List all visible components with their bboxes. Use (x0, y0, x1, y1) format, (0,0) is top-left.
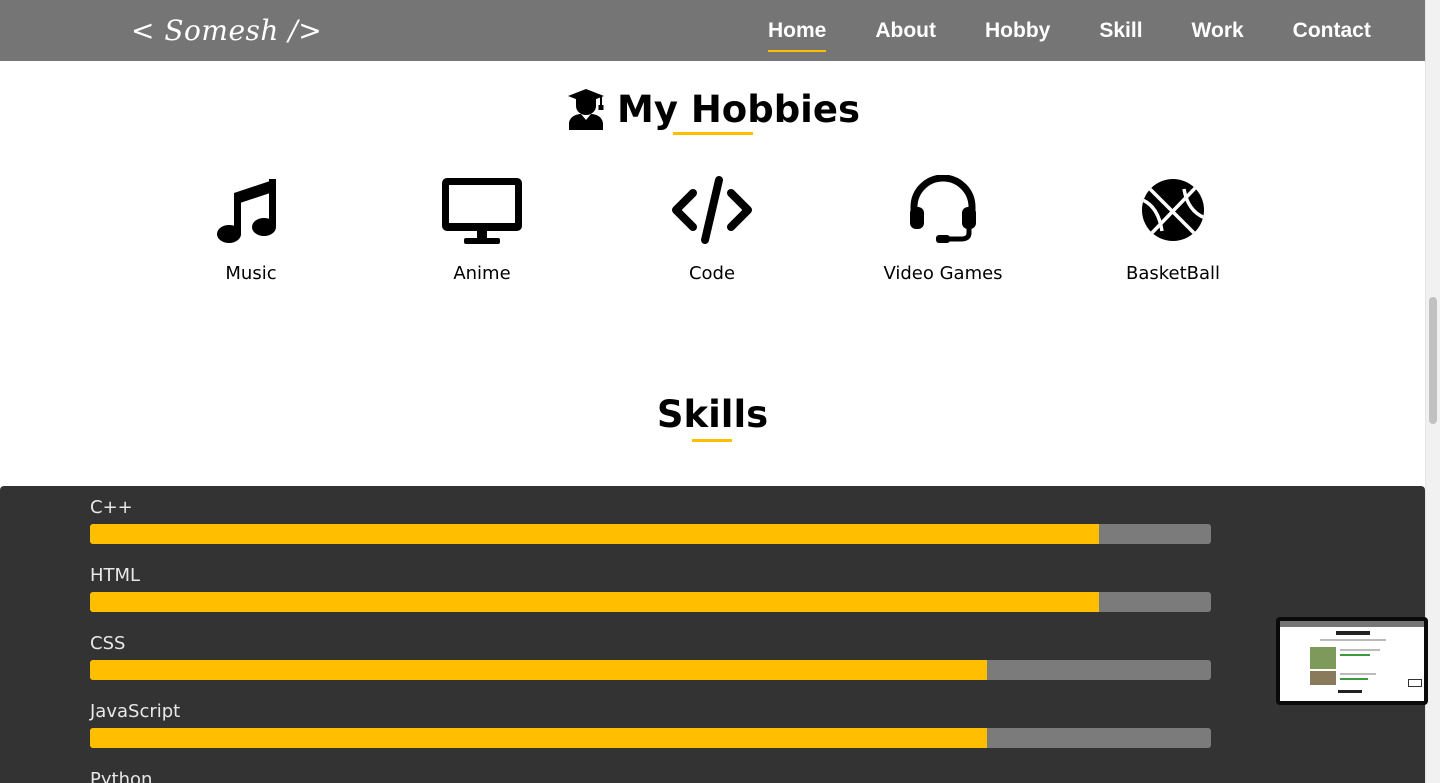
hobby-item-code: Code (612, 175, 812, 284)
skills-title-underline (692, 439, 732, 442)
preview-text-line (1340, 649, 1380, 651)
skill-progress-track (90, 728, 1211, 748)
nav-link-skill[interactable]: Skill (1099, 19, 1142, 49)
preview-text-line (1340, 654, 1370, 656)
skill-javascript: JavaScript (90, 700, 1211, 748)
skill-name: HTML (90, 565, 141, 586)
nav-links: Home About Hobby Skill Work Contact (768, 19, 1371, 52)
hobby-label: Video Games (883, 263, 1003, 284)
skills-panel: C++ HTML CSS JavaScript Python (0, 486, 1425, 783)
preview-image (1310, 671, 1336, 685)
music-note-icon (217, 179, 276, 243)
skill-name: C++ (90, 497, 133, 518)
skill-name: CSS (90, 633, 126, 654)
skill-name: JavaScript (90, 701, 181, 722)
hobby-label: BasketBall (1125, 263, 1221, 284)
skill-progress-track (90, 524, 1211, 544)
page-preview-thumbnail[interactable] (1276, 617, 1428, 705)
code-icon (672, 176, 752, 244)
hobbies-title-underline (673, 132, 753, 135)
preview-text-line (1340, 673, 1376, 675)
skill-name: Python (90, 769, 153, 783)
skill-progress-fill (90, 524, 1099, 544)
hobby-label: Anime (453, 263, 511, 284)
preview-text-line (1340, 678, 1368, 680)
skill-css: CSS (90, 632, 1211, 680)
preview-navbar (1280, 621, 1424, 627)
preview-screen (1280, 621, 1424, 701)
hobbies-title: My Hobbies (617, 87, 860, 131)
headset-icon (910, 175, 976, 243)
nav-link-home[interactable]: Home (768, 19, 827, 52)
scrollbar-thumb[interactable] (1429, 297, 1437, 424)
skill-progress-fill (90, 660, 987, 680)
hobby-label: Code (688, 263, 736, 284)
skill-progress-fill (90, 592, 1099, 612)
preview-title (1336, 631, 1370, 635)
preview-text-line (1320, 639, 1386, 641)
preview-image (1310, 647, 1336, 669)
skill-python: Python (90, 768, 1211, 783)
preview-button (1408, 679, 1422, 687)
skill-progress-fill (90, 728, 987, 748)
graduate-icon (568, 89, 604, 130)
site-logo[interactable]: < Somesh /> (131, 14, 322, 47)
hobby-label: Music (225, 263, 277, 284)
hobby-item-music: Music (151, 175, 351, 284)
nav-link-work[interactable]: Work (1192, 19, 1244, 49)
skill-progress-track (90, 592, 1211, 612)
nav-link-hobby[interactable]: Hobby (985, 19, 1050, 49)
nav-link-contact[interactable]: Contact (1293, 19, 1371, 49)
skills-title: Skills (656, 393, 769, 436)
navbar: < Somesh /> Home About Hobby Skill Work … (0, 0, 1425, 61)
skill-html: HTML (90, 564, 1211, 612)
preview-text-line (1338, 690, 1362, 693)
skill-cpp: C++ (90, 496, 1211, 544)
tv-icon (442, 178, 522, 244)
hobbies-heading: My Hobbies (567, 86, 860, 132)
basketball-icon (1142, 179, 1204, 241)
skill-progress-track (90, 660, 1211, 680)
hobby-item-anime: Anime (382, 175, 582, 284)
hobby-item-video-games: Video Games (843, 175, 1043, 284)
hobby-item-basketball: BasketBall (1073, 175, 1273, 284)
nav-link-about[interactable]: About (875, 19, 936, 49)
